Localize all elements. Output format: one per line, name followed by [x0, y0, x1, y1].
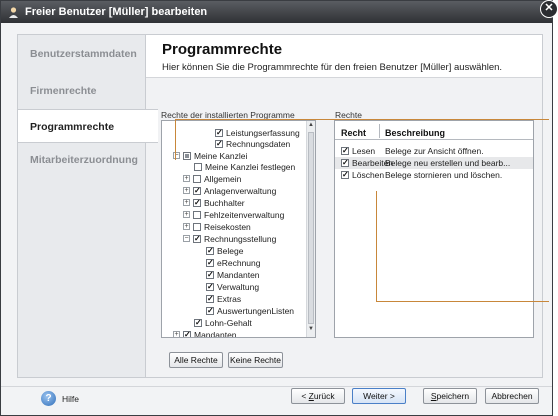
sidebar: Benutzerstammdaten Firmenrechte Programm…	[17, 34, 158, 378]
checkbox[interactable]: ✓	[206, 294, 214, 303]
page-subtitle: Hier können Sie die Programmrechte für d…	[162, 62, 503, 73]
expand-icon[interactable]: +	[183, 211, 190, 218]
table-row[interactable]: ✓ Bearbeiten Belege neu erstellen und bea…	[335, 157, 533, 169]
callout-line	[175, 119, 549, 120]
checkbox[interactable]	[194, 162, 202, 171]
tree-scrollbar[interactable]: ▲ ▼	[306, 121, 315, 337]
tree-item[interactable]: Meine Kanzlei festlegen	[194, 161, 295, 172]
sidebar-item-mitarbeiterzuordnung[interactable]: Mitarbeiterzuordnung	[18, 143, 145, 177]
checkbox[interactable]: ✓	[215, 139, 223, 148]
cancel-button[interactable]: Abbrechen	[485, 388, 539, 404]
checkbox[interactable]: ✓	[206, 246, 214, 255]
scrollbar-thumb[interactable]	[308, 132, 314, 324]
checkbox[interactable]	[183, 151, 191, 160]
checkbox[interactable]	[193, 174, 201, 183]
checkbox[interactable]: ✓	[206, 306, 214, 315]
checkbox[interactable]: ✓	[193, 198, 201, 207]
close-icon[interactable]: ✕	[540, 0, 558, 18]
tree-item[interactable]: + ✓ Mandanten	[173, 329, 237, 337]
all-rights-button[interactable]: Alle Rechte	[169, 352, 223, 368]
tree-item[interactable]: ✓ Mandanten	[206, 269, 260, 280]
checkbox[interactable]: ✓	[193, 234, 201, 243]
tree-item[interactable]: ✓ Extras	[206, 293, 241, 304]
checkbox[interactable]: ✓	[341, 147, 349, 155]
callout-line	[376, 301, 549, 302]
tree-item[interactable]: ✓ Verwaltung	[206, 281, 259, 292]
tree-item[interactable]: + Fehlzeitenverwaltung	[183, 209, 284, 220]
scroll-down-icon[interactable]: ▼	[307, 326, 315, 335]
checkbox[interactable]	[193, 210, 201, 219]
rights-table[interactable]: Recht Beschreibung ✓ Lesen Belege zur Ans…	[334, 120, 534, 338]
sidebar-item-benutzerstammdaten[interactable]: Benutzerstammdaten	[18, 37, 145, 71]
footer-divider	[1, 386, 552, 387]
checkbox[interactable]: ✓	[193, 186, 201, 195]
checkbox[interactable]: ✓	[206, 270, 214, 279]
tree-item[interactable]: + ✓ Anlagenverwaltung	[183, 185, 276, 196]
page-title: Programmrechte	[162, 41, 283, 58]
checkbox[interactable]: ✓	[206, 282, 214, 291]
expand-icon[interactable]: +	[183, 187, 190, 194]
help-icon: ?	[41, 391, 56, 406]
table-header: Recht Beschreibung	[335, 124, 533, 140]
checkbox[interactable]: ✓	[341, 159, 349, 167]
expand-icon[interactable]: +	[173, 331, 180, 337]
save-button[interactable]: Speichern	[423, 388, 477, 404]
checkbox[interactable]: ✓	[206, 258, 214, 267]
table-row[interactable]: ✓ Lesen Belege zur Ansicht öffnen.	[335, 145, 533, 157]
tree-item[interactable]: ✓ Rechnungsdaten	[215, 138, 290, 149]
tree-item[interactable]: − Meine Kanzlei	[173, 150, 247, 161]
sidebar-item-programmrechte[interactable]: Programmrechte	[18, 109, 158, 143]
checkbox[interactable]: ✓	[215, 128, 223, 137]
column-header-recht[interactable]: Recht	[341, 128, 366, 138]
tree-item[interactable]: + Allgemein	[183, 173, 241, 184]
help-link[interactable]: ? Hilfe	[41, 391, 79, 406]
dialog-window: Freier Benutzer [Müller] bearbeiten Benu…	[0, 0, 553, 416]
expand-icon[interactable]: +	[183, 175, 190, 182]
tree-item[interactable]: ✓ eRechnung	[206, 257, 260, 268]
sidebar-item-firmenrechte[interactable]: Firmenrechte	[18, 74, 145, 108]
no-rights-button[interactable]: Keine Rechte	[228, 352, 283, 368]
tree-item[interactable]: + Reisekosten	[183, 221, 251, 232]
title-bar[interactable]: Freier Benutzer [Müller] bearbeiten	[1, 1, 552, 23]
checkbox[interactable]: ✓	[194, 318, 202, 327]
column-divider	[379, 124, 380, 138]
expand-icon[interactable]: +	[183, 223, 190, 230]
checkbox[interactable]: ✓	[341, 171, 349, 179]
program-rights-tree[interactable]: ✓ Leistungserfassung ✓ Rechnungsdaten − Mei…	[161, 120, 316, 338]
expand-icon[interactable]: +	[183, 199, 190, 206]
user-icon	[7, 6, 20, 19]
scroll-up-icon[interactable]: ▲	[307, 122, 315, 131]
collapse-icon[interactable]: −	[183, 235, 190, 242]
back-button[interactable]: < Zurück	[291, 388, 345, 404]
tree-item[interactable]: ✓ Belege	[206, 245, 243, 256]
table-row[interactable]: ✓ Löschen Belege stornieren und löschen.	[335, 169, 533, 181]
callout-line	[376, 191, 377, 301]
column-header-beschreibung[interactable]: Beschreibung	[385, 128, 445, 138]
window-title: Freier Benutzer [Müller] bearbeiten	[25, 6, 208, 18]
tree-item[interactable]: ✓ AuswertungenListen	[206, 305, 294, 316]
checkbox[interactable]: ✓	[183, 330, 191, 337]
checkbox[interactable]	[193, 222, 201, 231]
tree-item[interactable]: − ✓ Rechnungsstellung	[183, 233, 276, 244]
next-button[interactable]: Weiter >	[352, 388, 406, 404]
help-label: Hilfe	[62, 393, 80, 404]
tree-item[interactable]: ✓ Lohn-Gehalt	[194, 317, 252, 328]
tree-item[interactable]: ✓ Leistungserfassung	[215, 127, 300, 138]
tree-item[interactable]: + ✓ Buchhalter	[183, 197, 245, 208]
callout-line	[175, 119, 176, 160]
